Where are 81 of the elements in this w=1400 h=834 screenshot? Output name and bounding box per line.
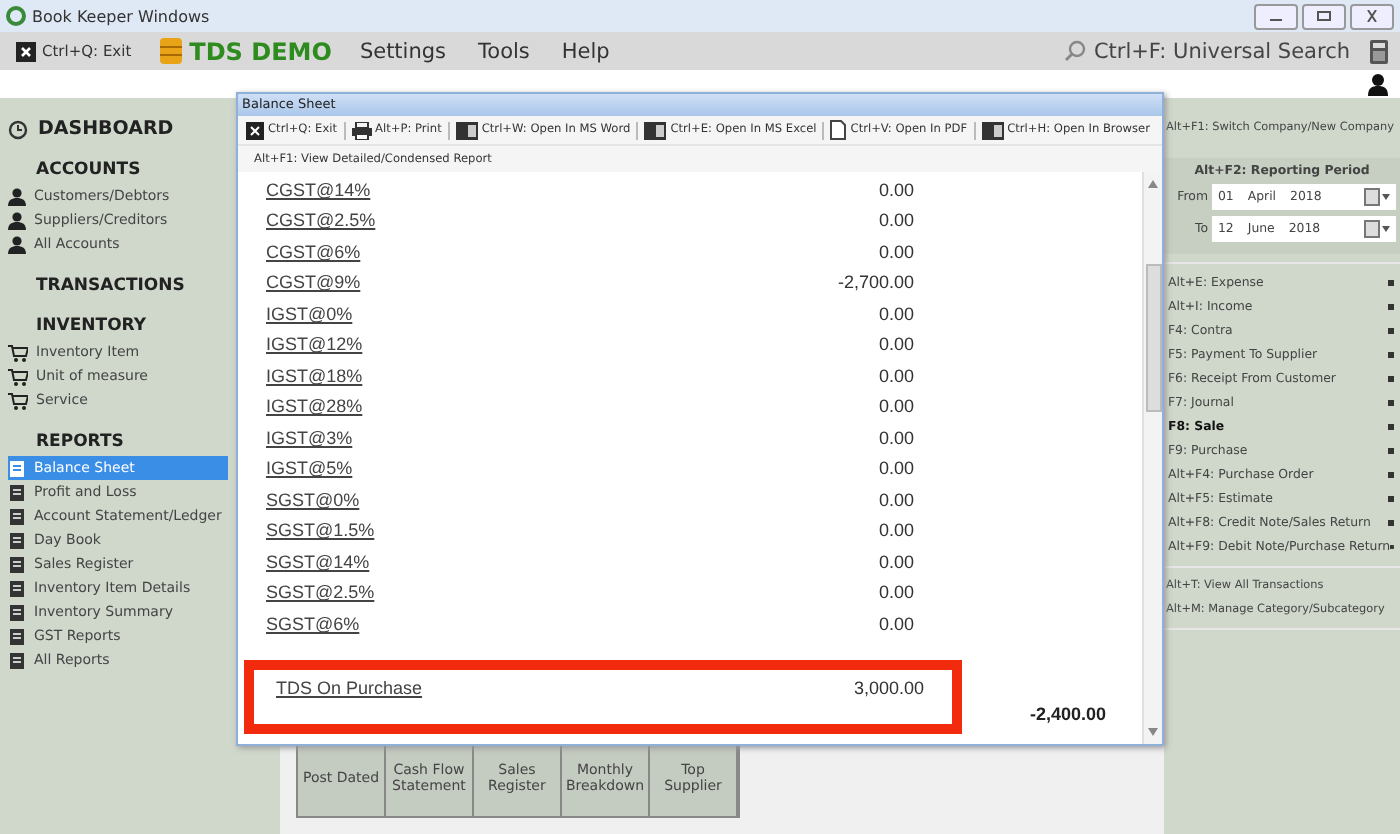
file-icon xyxy=(455,121,478,139)
account-link[interactable]: CGST@14% xyxy=(266,179,371,200)
user-icon[interactable] xyxy=(1368,74,1388,96)
person-icon xyxy=(8,211,26,229)
window-title: Book Keeper Windows xyxy=(32,7,210,25)
menu-item[interactable]: Tools xyxy=(478,39,530,63)
menu-item[interactable]: Settings xyxy=(359,39,447,63)
report-icon xyxy=(8,507,26,525)
scroll-down-icon[interactable] xyxy=(1148,728,1158,736)
calendar-dropdown-icon[interactable] xyxy=(1364,220,1390,238)
close-icon xyxy=(1364,10,1380,22)
scroll-up-icon[interactable] xyxy=(1148,180,1158,188)
report-icon xyxy=(8,459,26,477)
amount-cell: 0.00 xyxy=(878,365,914,386)
account-link[interactable]: CGST@6% xyxy=(266,241,361,262)
report-icon xyxy=(8,579,26,597)
scrollbar[interactable] xyxy=(1142,172,1162,744)
app-logo-icon xyxy=(6,6,26,26)
close-icon xyxy=(246,121,264,139)
scroll-thumb[interactable] xyxy=(1145,264,1161,412)
amount-cell: 0.00 xyxy=(878,396,914,417)
account-link[interactable]: TDS On Purchase xyxy=(276,678,423,699)
report-icon xyxy=(8,555,26,573)
report-icon xyxy=(8,531,26,549)
section-heading: INVENTORY xyxy=(36,316,149,336)
dropdown-arrow-icon xyxy=(1390,543,1394,549)
file-icon xyxy=(981,121,1004,139)
dashboard-link[interactable]: DASHBOARD xyxy=(38,118,174,140)
account-link[interactable]: SGST@6% xyxy=(266,613,360,634)
account-link[interactable]: IGST@18% xyxy=(266,365,363,386)
search-icon xyxy=(1063,40,1086,62)
account-link[interactable]: IGST@5% xyxy=(266,458,353,479)
amount-cell: 0.00 xyxy=(878,241,914,262)
account-link[interactable]: IGST@12% xyxy=(266,334,363,355)
amount-cell: 0.00 xyxy=(878,489,914,510)
amount-cell: 0.00 xyxy=(878,334,914,355)
database-icon xyxy=(159,38,182,64)
amount-cell: 0.00 xyxy=(878,613,914,634)
amount-cell: 0.00 xyxy=(878,551,914,572)
file-icon xyxy=(644,121,667,139)
account-link[interactable]: IGST@28% xyxy=(266,396,363,417)
menu-item[interactable]: Help xyxy=(561,39,610,63)
amount-cell: 0.00 xyxy=(878,520,914,541)
calculator-icon[interactable] xyxy=(1370,39,1388,63)
amount-cell: -2,700.00 xyxy=(837,272,914,293)
printer-icon xyxy=(351,121,372,139)
account-link[interactable]: IGST@3% xyxy=(266,427,353,448)
clock-icon xyxy=(8,119,28,139)
calendar-dropdown-icon[interactable] xyxy=(1364,188,1390,206)
account-link[interactable]: SGST@1.5% xyxy=(266,520,375,541)
account-link[interactable]: CGST@2.5% xyxy=(266,210,376,231)
close-icon xyxy=(16,41,36,61)
cart-icon xyxy=(8,343,28,361)
report-icon xyxy=(8,603,26,621)
universal-search-button[interactable]: Ctrl+F: Universal Search xyxy=(1093,39,1350,63)
close-button[interactable] xyxy=(1350,3,1394,29)
amount-cell: 0.00 xyxy=(878,458,914,479)
amount-cell: 0.00 xyxy=(878,179,914,200)
amount-cell: 0.00 xyxy=(878,427,914,448)
cart-icon xyxy=(8,391,28,409)
restore-icon xyxy=(1316,10,1332,22)
amount-cell: 3,000.00 xyxy=(853,678,924,699)
restore-button[interactable] xyxy=(1302,3,1346,29)
person-icon xyxy=(8,187,26,205)
report-icon xyxy=(8,651,26,669)
section-heading: ACCOUNTS xyxy=(36,160,143,180)
account-link[interactable]: SGST@14% xyxy=(266,551,370,572)
report-icon xyxy=(8,627,26,645)
account-link[interactable]: IGST@0% xyxy=(266,303,353,324)
cart-icon xyxy=(8,367,28,385)
amount-cell: 0.00 xyxy=(878,303,914,324)
total-amount: -2,400.00 xyxy=(1029,704,1106,724)
account-link[interactable]: SGST@0% xyxy=(266,489,360,510)
report-icon xyxy=(8,483,26,501)
amount-cell: 0.00 xyxy=(878,210,914,231)
person-icon xyxy=(8,235,26,253)
company-name: TDS DEMO xyxy=(189,37,332,65)
minimize-button[interactable] xyxy=(1254,3,1298,29)
account-link[interactable]: CGST@9% xyxy=(266,272,361,293)
amount-cell: 0.00 xyxy=(878,582,914,603)
account-link[interactable]: SGST@2.5% xyxy=(266,582,375,603)
